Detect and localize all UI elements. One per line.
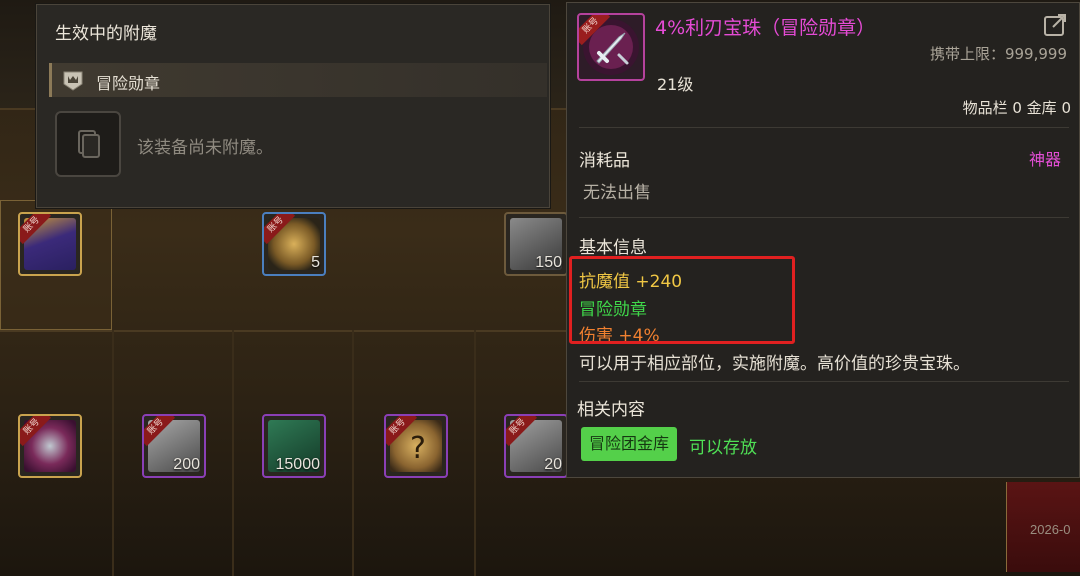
inventory-slot-crystal[interactable]: 15000 bbox=[262, 414, 326, 478]
storage-count: 物品栏 0 金库 0 bbox=[962, 99, 1071, 117]
item-level: 21级 bbox=[657, 75, 694, 94]
stack-count: 150 bbox=[535, 254, 562, 271]
item-name: 4%利刃宝珠（冒险勋章） bbox=[655, 17, 876, 39]
sell-status: 无法出售 bbox=[583, 183, 651, 203]
grid-divider bbox=[232, 330, 234, 576]
carry-limit: 携带上限：999,999 bbox=[929, 45, 1067, 63]
inventory-slot-stone[interactable]: 账号 20 bbox=[504, 414, 568, 478]
guild-vault-badge[interactable]: 冒险团金库 bbox=[581, 427, 678, 461]
stack-count: 20 bbox=[544, 456, 562, 473]
storable-label: 可以存放 bbox=[689, 438, 757, 458]
date-label: 2026-0 bbox=[1030, 522, 1071, 537]
enchant-category-header: 冒险勋章 bbox=[49, 63, 547, 97]
inventory-slot-stone[interactable]: 账号 200 bbox=[142, 414, 206, 478]
grid-divider bbox=[474, 330, 476, 576]
item-description: 可以用于相应部位，实施附魔。高价值的珍贵宝珠。 bbox=[579, 354, 970, 374]
related-heading: 相关内容 bbox=[577, 400, 645, 420]
item-rarity: 神器 bbox=[1028, 150, 1061, 169]
highlight-box bbox=[569, 256, 795, 344]
active-enchant-panel: 生效中的附魔 冒险勋章 该装备尚未附魔。 bbox=[36, 4, 550, 208]
inventory-slot-stone[interactable]: 150 bbox=[504, 212, 568, 276]
grid-divider bbox=[112, 330, 114, 576]
inventory-slot-blade-orb[interactable]: 账号 bbox=[18, 414, 82, 478]
card-icon bbox=[78, 130, 100, 158]
divider bbox=[579, 127, 1069, 128]
inventory-slot-mystery[interactable]: ? 账号 bbox=[384, 414, 448, 478]
panel-title: 生效中的附魔 bbox=[55, 24, 157, 44]
item-icon: 账号 bbox=[577, 13, 645, 81]
stack-count: 5 bbox=[311, 254, 320, 271]
inventory-slot-medal[interactable]: 账号 5 bbox=[262, 212, 326, 276]
svg-text:?: ? bbox=[410, 431, 426, 466]
enchant-category-label: 冒险勋章 bbox=[96, 74, 161, 93]
medal-crown-icon bbox=[63, 71, 83, 91]
item-type: 消耗品 bbox=[579, 151, 630, 171]
grid-divider bbox=[352, 330, 354, 576]
empty-enchant-message: 该装备尚未附魔。 bbox=[137, 138, 273, 158]
basic-info-heading: 基本信息 bbox=[579, 238, 647, 258]
item-tooltip: 账号 4%利刃宝珠（冒险勋章） 携带上限：999,999 21级 物品栏 0 金… bbox=[566, 2, 1080, 478]
share-icon[interactable] bbox=[1043, 11, 1069, 37]
empty-enchant-slot bbox=[55, 111, 121, 177]
stack-count: 200 bbox=[173, 456, 200, 473]
divider bbox=[579, 217, 1069, 218]
stack-count: 15000 bbox=[275, 456, 321, 473]
inventory-slot-potion[interactable]: 账号 bbox=[18, 212, 82, 276]
divider bbox=[579, 381, 1069, 382]
